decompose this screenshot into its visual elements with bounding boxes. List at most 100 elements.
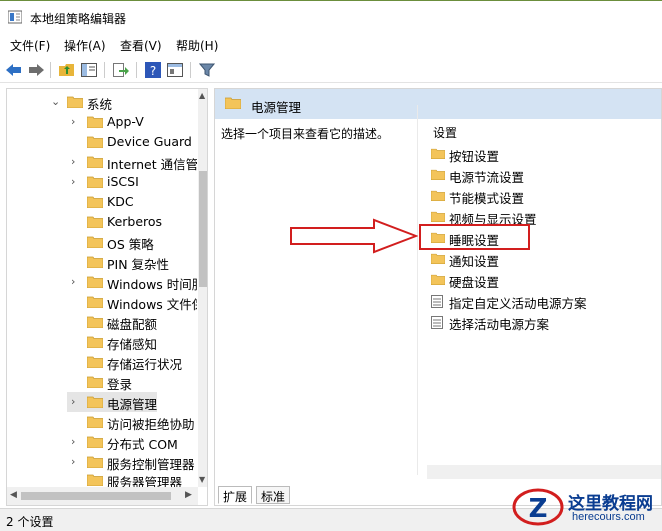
folder-icon xyxy=(87,276,103,288)
chevron-right-icon[interactable]: › xyxy=(71,175,75,188)
folder-icon xyxy=(87,236,103,248)
scrollbar-thumb[interactable] xyxy=(199,171,207,287)
folder-icon xyxy=(87,316,103,328)
folder-icon xyxy=(87,136,103,148)
back-icon[interactable] xyxy=(5,61,23,79)
tab-extended[interactable]: 扩展 xyxy=(218,486,253,504)
folder-icon xyxy=(87,176,103,188)
folder-icon xyxy=(87,296,103,308)
tree-item[interactable]: OS 策略 xyxy=(7,232,197,252)
settings-column-header[interactable]: 设置 xyxy=(433,124,457,141)
tree-item[interactable]: › Windows 时间服 xyxy=(7,272,197,292)
tree-item[interactable]: › App-V xyxy=(7,112,197,132)
tree-item[interactable]: Windows 文件保 xyxy=(7,292,197,312)
chevron-right-icon[interactable]: › xyxy=(71,155,75,168)
folder-icon xyxy=(431,190,445,201)
tree-item-system[interactable]: ⌄ 系统 xyxy=(7,92,197,112)
tree-item[interactable]: › 服务控制管理器 xyxy=(7,452,197,472)
chevron-down-icon[interactable]: ⌄ xyxy=(51,95,60,108)
scroll-right-icon[interactable]: ▶ xyxy=(185,490,192,500)
tree-item-label: App-V xyxy=(107,114,144,129)
filter-icon[interactable] xyxy=(198,61,216,79)
tree-item[interactable]: KDC xyxy=(7,192,197,212)
chevron-right-icon[interactable]: › xyxy=(71,395,75,408)
details-header: 电源管理 xyxy=(215,89,661,119)
chevron-right-icon[interactable]: › xyxy=(71,455,75,468)
folder-icon xyxy=(87,376,103,388)
group-policy-app-icon xyxy=(8,10,22,24)
tree-item[interactable]: PIN 复杂性 xyxy=(7,252,197,272)
tree-item[interactable]: 存储感知 xyxy=(7,332,197,352)
forward-icon[interactable] xyxy=(27,61,45,79)
tree-item-label: 电源管理 xyxy=(107,397,157,412)
folder-icon xyxy=(87,474,103,486)
scroll-down-icon[interactable]: ▼ xyxy=(199,475,205,484)
tree-vertical-scrollbar[interactable]: ▲ ▼ xyxy=(198,89,207,487)
menu-view[interactable]: 查看(V) xyxy=(120,37,162,54)
tree-item-label: PIN 复杂性 xyxy=(107,257,170,272)
tree-item-label: 系统 xyxy=(87,97,113,112)
tree-item-label: Windows 文件保 xyxy=(107,297,197,312)
menu-action[interactable]: 操作(A) xyxy=(64,37,106,54)
window-title: 本地组策略编辑器 xyxy=(30,12,127,26)
tree-pane[interactable]: ⌄ 系统 › App-V Device Guard › Internet 通信管… xyxy=(6,88,208,506)
folder-icon xyxy=(431,253,445,264)
tree-horizontal-scrollbar[interactable]: ◀ ▶ xyxy=(7,487,198,505)
tree-item-power-management[interactable]: › 电源管理 xyxy=(67,392,157,412)
up-folder-icon[interactable] xyxy=(58,61,76,79)
status-text: 2 个设置 xyxy=(6,515,54,529)
tree-item[interactable]: 磁盘配额 xyxy=(7,312,197,332)
chevron-right-icon[interactable]: › xyxy=(71,275,75,288)
setting-item[interactable]: 指定自定义活动电源方案 xyxy=(431,291,651,311)
menu-help[interactable]: 帮助(H) xyxy=(176,37,218,54)
setting-item[interactable]: 节能模式设置 xyxy=(431,186,651,206)
tree-item[interactable]: Device Guard xyxy=(7,132,197,152)
tree-item[interactable]: Kerberos xyxy=(7,212,197,232)
folder-icon xyxy=(87,216,103,228)
folder-icon xyxy=(431,169,445,180)
folder-icon xyxy=(87,396,103,408)
details-title: 电源管理 xyxy=(251,100,302,115)
setting-item[interactable]: 通知设置 xyxy=(431,249,651,269)
show-hide-tree-icon[interactable] xyxy=(80,61,98,79)
folder-icon xyxy=(87,436,103,448)
export-list-icon[interactable] xyxy=(112,61,130,79)
scrollbar-thumb[interactable] xyxy=(21,492,171,500)
annotation-highlight-box xyxy=(419,224,530,250)
folder-icon xyxy=(87,116,103,128)
setting-label: 电源节流设置 xyxy=(449,170,525,185)
tree-item[interactable]: › Internet 通信管 xyxy=(7,152,197,172)
folder-icon xyxy=(87,156,103,168)
menu-file[interactable]: 文件(F) xyxy=(10,37,50,54)
properties-view-icon[interactable] xyxy=(166,61,184,79)
chevron-right-icon[interactable]: › xyxy=(71,115,75,128)
policy-setting-icon xyxy=(431,316,443,329)
setting-item[interactable]: 按钮设置 xyxy=(431,144,651,164)
tab-standard[interactable]: 标准 xyxy=(256,486,291,504)
setting-item[interactable]: 硬盘设置 xyxy=(431,270,651,290)
setting-label: 节能模式设置 xyxy=(449,191,525,206)
tree-item-label: 分布式 COM xyxy=(107,437,178,452)
help-icon[interactable]: ? xyxy=(144,61,162,79)
tree-item-label: 登录 xyxy=(107,377,133,392)
tree-item[interactable]: 存储运行状况 xyxy=(7,352,197,372)
folder-icon xyxy=(87,416,103,428)
folder-icon xyxy=(431,148,445,159)
tree-item[interactable]: › 分布式 COM xyxy=(7,432,197,452)
scroll-up-icon[interactable]: ▲ xyxy=(199,91,205,100)
tree-item[interactable]: › iSCSI xyxy=(7,172,197,192)
tree-item-label: Internet 通信管 xyxy=(107,157,197,172)
scroll-left-icon[interactable]: ◀ xyxy=(10,490,17,500)
chevron-right-icon[interactable]: › xyxy=(71,435,75,448)
description-text: 选择一个项目来查看它的描述。 xyxy=(221,127,390,141)
folder-icon xyxy=(87,356,103,368)
title-bar: 本地组策略编辑器 xyxy=(0,0,662,32)
setting-item[interactable]: 选择活动电源方案 xyxy=(431,312,651,332)
tree-item[interactable]: 访问被拒绝协助 xyxy=(7,412,197,432)
toolbar: ? xyxy=(0,57,662,83)
setting-item[interactable]: 电源节流设置 xyxy=(431,165,651,185)
menu-bar: 文件(F) 操作(A) 查看(V) 帮助(H) xyxy=(0,34,662,56)
watermark-emblem-icon: Z xyxy=(512,488,564,526)
details-horizontal-scrollbar[interactable] xyxy=(427,465,661,479)
tree-item[interactable]: 登录 xyxy=(7,372,197,392)
